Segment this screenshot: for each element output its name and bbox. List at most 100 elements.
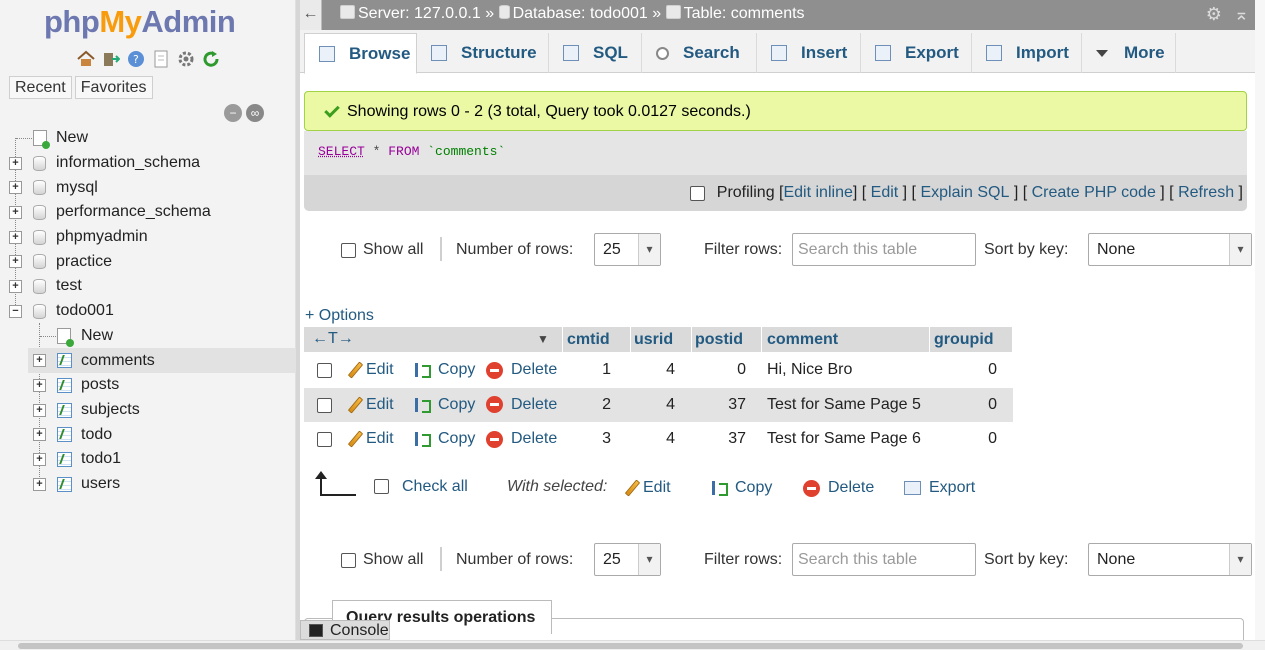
tree-item-new-table[interactable]: New [0, 324, 296, 349]
cell-usrid[interactable]: 4 [631, 353, 675, 387]
phpmyadmin-logo[interactable]: phpMyAdmin [44, 4, 236, 40]
collapse-icon[interactable]: − [9, 304, 22, 318]
options-link[interactable]: + Options [305, 307, 374, 325]
check-all-checkbox[interactable] [374, 479, 389, 494]
cell-cmtid[interactable]: 1 [563, 353, 611, 387]
tab-search[interactable]: Search [642, 33, 757, 73]
bulk-edit-button[interactable]: Edit [624, 479, 671, 497]
show-all-control[interactable]: Show all [341, 241, 423, 259]
cell-usrid[interactable]: 4 [631, 388, 675, 422]
cell-groupid[interactable]: 0 [930, 422, 997, 456]
tree-item-label[interactable]: New [81, 327, 113, 345]
cell-groupid[interactable]: 0 [930, 353, 997, 387]
tab-insert[interactable]: Insert [757, 33, 861, 73]
row-edit-button[interactable]: Edit [347, 388, 394, 422]
breadcrumb-table[interactable]: Table: comments [684, 5, 805, 22]
bulk-export-button[interactable]: Export [904, 479, 975, 497]
tree-item-label[interactable]: posts [81, 376, 119, 394]
tree-item-todo001[interactable]: − todo001 [0, 299, 296, 324]
row-checkbox[interactable] [317, 363, 332, 378]
bulk-delete-button[interactable]: Delete [803, 479, 874, 497]
sql-keyword[interactable]: SELECT [318, 144, 365, 159]
tree-item-label[interactable]: todo [81, 426, 112, 444]
tree-item-phpmyadmin[interactable]: + phpmyadmin [0, 225, 296, 250]
tab-structure[interactable]: Structure [417, 33, 549, 73]
row-delete-button[interactable]: Delete [486, 388, 557, 422]
expand-icon[interactable]: + [9, 230, 22, 244]
cell-cmtid[interactable]: 3 [563, 422, 611, 456]
tab-more[interactable]: More [1082, 33, 1176, 73]
console-toggle[interactable]: Console [300, 620, 390, 640]
filter-rows-input[interactable] [792, 233, 976, 266]
help-icon[interactable]: ? [126, 49, 145, 68]
show-all-checkbox[interactable] [341, 552, 356, 568]
edit-inline-link[interactable]: Edit inline [783, 184, 852, 202]
sort-by-key-select[interactable]: None ▾ [1088, 543, 1252, 576]
collapse-all-icon[interactable]: − [224, 104, 242, 122]
column-header-groupid[interactable]: groupid [930, 327, 1012, 352]
bulk-copy-button[interactable]: Copy [711, 479, 772, 497]
expand-icon[interactable]: + [9, 181, 22, 195]
show-all-checkbox[interactable] [341, 242, 356, 258]
cell-comment[interactable]: Test for Same Page 6 [767, 422, 921, 456]
row-checkbox[interactable] [317, 432, 332, 447]
expand-icon[interactable]: + [9, 280, 22, 294]
reload-icon[interactable] [201, 49, 220, 68]
vertical-scrollbar[interactable] [1255, 0, 1265, 640]
tree-item-label[interactable]: mysql [56, 179, 98, 197]
row-delete-button[interactable]: Delete [486, 422, 557, 456]
chevron-down-icon[interactable]: ▼ [537, 327, 549, 352]
refresh-link[interactable]: Refresh [1178, 184, 1234, 202]
home-icon[interactable] [76, 49, 95, 68]
row-checkbox[interactable] [317, 397, 332, 413]
tree-item-label[interactable]: performance_schema [56, 203, 211, 221]
tree-item-posts[interactable]: + posts [0, 373, 296, 398]
cell-cmtid[interactable]: 2 [563, 388, 611, 422]
scrollbar-thumb[interactable] [18, 643, 1243, 649]
create-php-code-link[interactable]: Create PHP code [1032, 184, 1156, 202]
tree-item-label[interactable]: todo1 [81, 450, 121, 468]
expand-icon[interactable]: + [9, 206, 22, 220]
show-all-label[interactable]: Show all [363, 241, 423, 259]
breadcrumb-database[interactable]: Database: todo001 [513, 5, 648, 22]
filter-rows-input[interactable] [792, 543, 976, 576]
tree-item-comments[interactable]: + comments [28, 348, 296, 373]
column-header-comment[interactable]: comment [762, 327, 929, 352]
sql-query[interactable]: SELECT * FROM `comments` [318, 144, 505, 159]
cell-postid[interactable]: 0 [692, 353, 746, 387]
tree-item-label[interactable]: test [56, 277, 82, 295]
tree-item-label[interactable]: phpmyadmin [56, 228, 148, 246]
nav-resize-handle[interactable] [296, 0, 300, 640]
sort-by-key-select[interactable]: None ▾ [1088, 233, 1252, 266]
explain-sql-link[interactable]: Explain SQL [920, 184, 1009, 202]
row-copy-button[interactable]: Copy [414, 422, 475, 456]
column-header-cmtid[interactable]: cmtid [563, 327, 630, 352]
link-with-main-icon[interactable]: ∞ [246, 104, 264, 122]
row-edit-button[interactable]: Edit [347, 422, 394, 456]
cell-groupid[interactable]: 0 [930, 388, 997, 422]
recent-tab[interactable]: Recent [9, 76, 72, 99]
collapse-header-icon[interactable]: ⌅ [1234, 4, 1249, 25]
tree-item-subjects[interactable]: + subjects [0, 398, 296, 423]
tree-item-practice[interactable]: + practice [0, 249, 296, 274]
tree-item-label[interactable]: todo001 [56, 302, 114, 320]
tree-item-label[interactable]: subjects [81, 401, 140, 419]
row-edit-button[interactable]: Edit [347, 353, 394, 387]
settings-gear-icon[interactable] [176, 49, 195, 68]
favorites-tab[interactable]: Favorites [74, 76, 153, 99]
cell-comment[interactable]: Test for Same Page 5 [767, 388, 921, 422]
horizontal-scrollbar[interactable] [0, 640, 1265, 650]
row-copy-button[interactable]: Copy [414, 388, 475, 422]
expand-icon[interactable]: + [33, 477, 46, 491]
cell-comment[interactable]: Hi, Nice Bro [767, 353, 852, 387]
tab-sql[interactable]: SQL [549, 33, 642, 73]
column-header-usrid[interactable]: usrid [631, 327, 691, 352]
expand-icon[interactable]: + [33, 378, 46, 392]
tree-item-users[interactable]: + users [0, 472, 296, 497]
show-all-control[interactable]: Show all [341, 551, 423, 569]
tab-export[interactable]: Export [861, 33, 972, 73]
tree-item-todo1[interactable]: + todo1 [0, 447, 296, 472]
logout-icon[interactable] [101, 49, 120, 68]
row-copy-button[interactable]: Copy [414, 353, 475, 387]
tree-item-new[interactable]: New [0, 126, 296, 151]
